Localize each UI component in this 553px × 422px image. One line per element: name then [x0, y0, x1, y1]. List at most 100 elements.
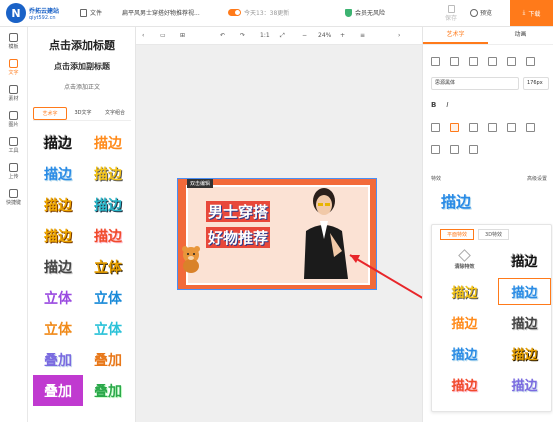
download-icon: ⤓: [522, 9, 526, 16]
shortcut-icon: [9, 188, 18, 198]
frame-icon[interactable]: ▭: [160, 32, 166, 39]
logo-badge-icon: N: [6, 3, 26, 23]
art-text-item[interactable]: 立体: [83, 251, 133, 282]
art-text-item[interactable]: 立体: [83, 313, 133, 344]
effect-item[interactable]: 描边: [438, 309, 491, 336]
align-left-icon[interactable]: [431, 123, 440, 132]
add-subtitle-button[interactable]: 点击添加副标题: [28, 61, 135, 72]
art-text-item[interactable]: 描边: [33, 251, 83, 282]
art-text-item[interactable]: 描边: [33, 189, 83, 220]
tab-art-text[interactable]: 艺术字: [33, 107, 67, 120]
zoom-level[interactable]: 24%: [318, 32, 331, 39]
zoom-in-icon[interactable]: +: [340, 32, 345, 39]
align-row: [431, 123, 535, 132]
text-transform-icon[interactable]: [450, 145, 459, 154]
preview-label: 预览: [480, 10, 493, 17]
tab-3d-effects[interactable]: 3D特效: [478, 229, 510, 240]
clear-effects-button[interactable]: 清除特效: [438, 247, 491, 274]
zoom-out-icon[interactable]: −: [302, 32, 307, 39]
art-text-item[interactable]: 描边: [83, 189, 133, 220]
letter-spacing-icon[interactable]: [507, 123, 516, 132]
collapse-icon[interactable]: ‹: [142, 32, 144, 39]
member-status[interactable]: 会员无风险: [345, 8, 385, 17]
rail-item-tools[interactable]: 工具: [0, 133, 27, 157]
art-text-item[interactable]: 描边: [33, 220, 83, 251]
current-effect-preview[interactable]: 描边: [441, 191, 471, 212]
effect-item[interactable]: 描边: [498, 309, 551, 336]
vertical-text-icon[interactable]: [431, 145, 440, 154]
rail-item-upload[interactable]: 上传: [0, 159, 27, 183]
art-text-item[interactable]: 叠加: [33, 344, 83, 375]
art-text-item[interactable]: 叠加: [83, 344, 133, 375]
file-menu[interactable]: 文件: [80, 8, 102, 17]
fit-icon[interactable]: ⤢: [280, 32, 285, 40]
rail-item-material[interactable]: 素材: [0, 81, 27, 105]
redo-icon[interactable]: ↷: [240, 32, 245, 39]
rail-item-image[interactable]: 图片: [0, 107, 27, 131]
tab-text-combo[interactable]: 文字组合: [99, 107, 131, 120]
copy-icon[interactable]: [431, 57, 440, 66]
list-icon[interactable]: [469, 145, 478, 154]
art-text-item[interactable]: 描边: [33, 158, 83, 189]
effect-item[interactable]: 描边: [438, 371, 491, 398]
art-text-item[interactable]: 立体: [33, 282, 83, 313]
text-panel: 点击添加标题 点击添加副标题 点击添加正文 艺术字 3D文字 文字组合 描边 描…: [28, 27, 136, 422]
art-text-item[interactable]: 描边: [83, 127, 133, 158]
bold-icon[interactable]: B: [431, 101, 436, 109]
art-text-item[interactable]: 描边: [83, 220, 133, 251]
layer-icon[interactable]: [450, 57, 459, 66]
effect-item[interactable]: 描边: [438, 340, 491, 367]
undo-icon[interactable]: ↶: [220, 32, 225, 39]
art-text-item[interactable]: 描边: [83, 158, 133, 189]
art-text-item[interactable]: 描边: [33, 127, 83, 158]
tab-art-text-props[interactable]: 艺术字: [423, 27, 488, 44]
line-height-icon[interactable]: [526, 123, 535, 132]
rail-item-template[interactable]: 模板: [0, 29, 27, 53]
add-body-button[interactable]: 点击添加正文: [28, 82, 135, 91]
align-center-icon[interactable]: [450, 123, 459, 132]
art-text-item[interactable]: 叠加: [33, 375, 83, 406]
lock-icon[interactable]: [469, 57, 478, 66]
autosave-status[interactable]: 今天13：38更新: [228, 8, 289, 17]
expand-icon[interactable]: ›: [398, 32, 400, 39]
save-button[interactable]: 保存: [436, 0, 466, 26]
art-text-item[interactable]: 立体: [83, 282, 133, 313]
document-title[interactable]: 扁平风男士穿搭好物推荐视...: [122, 8, 200, 17]
effect-item[interactable]: 描边: [498, 278, 551, 305]
effect-item[interactable]: 描边: [498, 340, 551, 367]
tab-3d-text[interactable]: 3D文字: [67, 107, 99, 120]
preview-button[interactable]: 预览: [470, 8, 492, 17]
download-button[interactable]: ⤓ 下载: [510, 0, 553, 26]
save-label: 保存: [444, 14, 457, 22]
rail-label: 快捷键: [5, 199, 21, 206]
page-ratio[interactable]: 1:1: [260, 32, 270, 39]
tab-flat-effects[interactable]: 平面特效: [440, 229, 475, 240]
rail-item-shortcut[interactable]: 快捷键: [0, 185, 27, 209]
save-icon: [447, 4, 455, 13]
group-icon[interactable]: [488, 57, 497, 66]
italic-icon[interactable]: I: [446, 101, 448, 109]
align-right-icon[interactable]: [469, 123, 478, 132]
rail-item-text[interactable]: 文字: [0, 55, 27, 79]
advanced-settings-link[interactable]: 高级设置: [527, 175, 547, 182]
effect-item[interactable]: 描边: [498, 371, 551, 398]
autosave-toggle[interactable]: [228, 9, 241, 16]
align-justify-icon[interactable]: [488, 123, 497, 132]
effect-item[interactable]: 描边: [438, 278, 491, 305]
grid-icon[interactable]: ⊞: [180, 32, 185, 39]
delete-icon[interactable]: [526, 57, 535, 66]
logo[interactable]: N 乔拓云建站 qiyt592.cn: [6, 3, 59, 23]
font-family-select[interactable]: 思源黑体: [431, 77, 519, 90]
font-size-input[interactable]: 176px: [523, 77, 549, 90]
art-text-item[interactable]: 立体: [33, 313, 83, 344]
image-icon: [9, 110, 18, 120]
logo-domain: qiyt592.cn: [29, 14, 56, 21]
add-title-button[interactable]: 点击添加标题: [28, 37, 135, 53]
tab-animation[interactable]: 动画: [488, 27, 553, 44]
art-text-item[interactable]: 叠加: [83, 375, 133, 406]
effect-item[interactable]: 描边: [498, 247, 551, 274]
canvas-area[interactable]: 双击编辑 男士穿搭 好物推荐: [136, 45, 422, 422]
text-direction-row: [431, 145, 478, 154]
layers-icon[interactable]: ≡: [360, 32, 365, 39]
flip-icon[interactable]: [507, 57, 516, 66]
